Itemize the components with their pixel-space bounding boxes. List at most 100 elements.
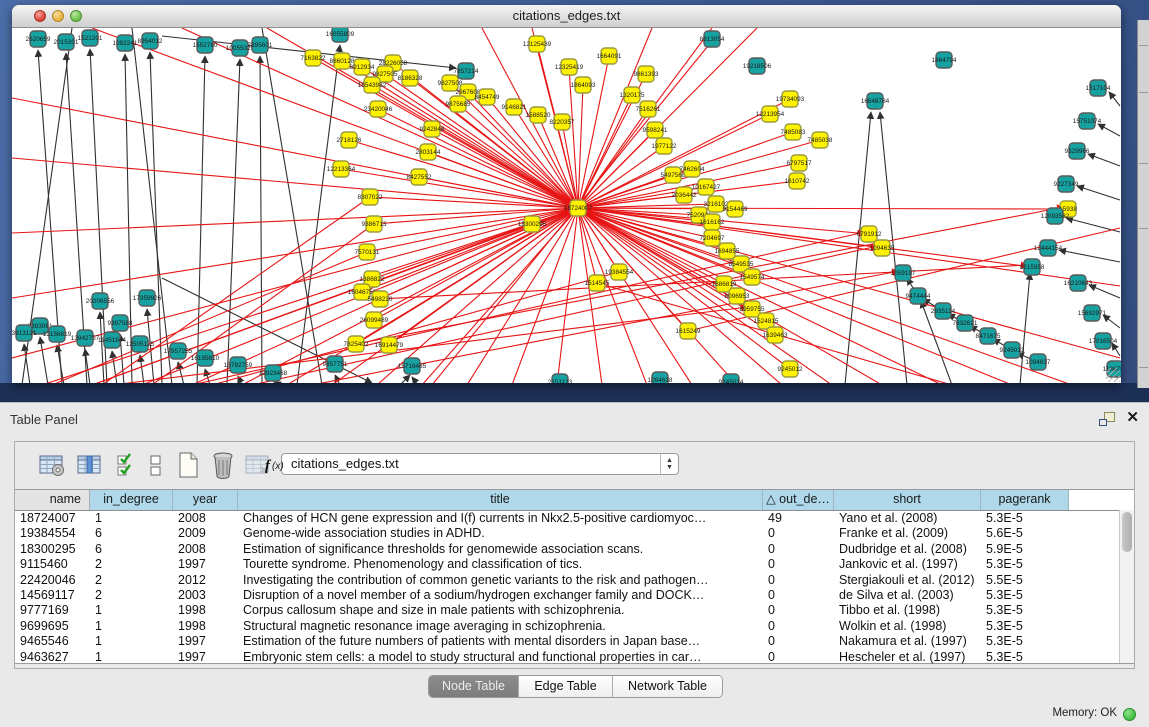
citation-edge-red[interactable] — [42, 208, 578, 383]
citation-edge-black[interactable] — [132, 28, 172, 383]
cell-out_degree: 0 — [763, 650, 834, 665]
cell-in_degree: 1 — [90, 634, 173, 649]
column-header-title[interactable]: title — [238, 490, 763, 510]
table-row[interactable]: 977716911998Corpus callosum shape and si… — [15, 603, 1134, 618]
table-select-dropdown[interactable]: citations_edges.txt ▲▼ — [281, 453, 679, 475]
citation-edge-black[interactable] — [412, 377, 418, 383]
cell-in_degree: 1 — [90, 511, 173, 526]
window-resize-grip[interactable] — [1106, 368, 1120, 382]
citation-edge-red[interactable] — [92, 224, 532, 383]
citation-edge-black[interactable] — [150, 52, 162, 383]
citation-edge-black[interactable] — [1098, 124, 1120, 136]
graph-node-label: 16055809 — [326, 31, 355, 38]
create-column-icon[interactable] — [173, 451, 203, 479]
graph-node-label: 1616162 — [700, 219, 725, 226]
graph-node-label: 1664091 — [597, 53, 622, 60]
graph-node-label: 1320175 — [620, 92, 645, 99]
citation-edge-red[interactable] — [372, 85, 578, 208]
network-view-canvas[interactable]: 1872400771638228860128891293428226058982… — [12, 28, 1121, 383]
graph-node-label: 16782759 — [224, 362, 253, 369]
float-panel-icon[interactable] — [1099, 412, 1115, 426]
graph-node-label: 7570131 — [355, 249, 380, 256]
table-row[interactable]: 1872400712008Changes of HCN gene express… — [15, 511, 1134, 526]
graph-node-label: 5497568 — [661, 172, 686, 179]
minimize-window-button[interactable] — [52, 10, 64, 22]
graph-node-label: 1094637 — [1026, 359, 1051, 366]
network-window[interactable]: citations_edges.txt 18724007716382288601… — [12, 5, 1121, 383]
citation-edge-black[interactable] — [1059, 250, 1120, 262]
citation-edge-black[interactable] — [297, 45, 340, 383]
graph-node-label: 1386822 — [360, 276, 385, 283]
table-panel-title: Table Panel — [10, 412, 78, 427]
table-row[interactable]: 1938455462009Genome-wide association stu… — [15, 526, 1134, 541]
function-builder-icon[interactable]: f(x) — [262, 451, 292, 479]
graph-node-label: 1524815 — [754, 318, 779, 325]
column-header-pagerank[interactable]: pagerank — [981, 490, 1069, 510]
column-header-year[interactable]: year — [173, 490, 238, 510]
graph-node-label: 9242848 — [420, 126, 445, 133]
graph-node-label: 18300295 — [518, 221, 547, 228]
tab-network-table[interactable]: Network Table — [613, 676, 722, 697]
table-row[interactable]: 969969511998Structural magnetic resonanc… — [15, 619, 1134, 634]
citation-edge-red[interactable] — [578, 208, 602, 383]
citation-edge-black[interactable] — [260, 56, 262, 383]
citation-edge-black[interactable] — [1077, 186, 1120, 200]
citation-edge-red[interactable] — [578, 208, 1072, 383]
table-row[interactable]: 1830029562008Estimation of significance … — [15, 542, 1134, 557]
graph-node-label: 1686819 — [712, 281, 737, 288]
citation-edge-black[interactable] — [140, 355, 144, 383]
select-all-icon[interactable] — [112, 451, 142, 479]
citation-edge-black[interactable] — [274, 382, 280, 383]
citation-network-graph[interactable]: 1872400771638228860128891293428226058982… — [12, 28, 1121, 383]
tab-node-table[interactable]: Node Table — [429, 676, 519, 697]
node-table[interactable]: namein_degreeyeartitle△ out_de…shortpage… — [15, 489, 1134, 664]
citation-edge-red[interactable] — [12, 208, 578, 233]
citation-edge-black[interactable] — [400, 375, 410, 383]
column-header-name[interactable]: name — [15, 490, 90, 510]
zoom-window-button[interactable] — [70, 10, 82, 22]
close-window-button[interactable] — [34, 10, 46, 22]
select-columns-icon[interactable] — [75, 451, 105, 479]
graph-node-label: 8096953 — [725, 293, 750, 300]
column-header-in_degree[interactable]: in_degree — [90, 490, 173, 510]
graph-node-label: 19734093 — [776, 96, 805, 103]
citation-edge-red[interactable] — [578, 208, 1120, 358]
graph-node-label: 12213364 — [327, 166, 356, 173]
cell-pagerank: 5.5E-5 — [981, 573, 1069, 588]
graph-node-label: 9245013 — [1000, 347, 1025, 354]
citation-edge-black[interactable] — [1089, 285, 1120, 298]
citation-edge-red[interactable] — [374, 208, 578, 320]
tab-edge-table[interactable]: Edge Table — [519, 676, 613, 697]
column-header-out_degree[interactable]: △ out_de… — [763, 490, 834, 510]
citation-edge-black[interactable] — [40, 337, 48, 383]
citation-edge-red[interactable] — [389, 208, 578, 345]
citation-edge-black[interactable] — [57, 345, 64, 383]
cell-out_degree: 0 — [763, 557, 834, 572]
graph-node-label: 1549574 — [740, 274, 765, 281]
citation-edge-red[interactable] — [578, 95, 632, 208]
citation-edge-red[interactable] — [578, 208, 1032, 267]
citation-edge-black[interactable] — [125, 54, 132, 383]
graph-node-label: 15751074 — [1073, 118, 1102, 125]
delete-column-icon[interactable] — [208, 451, 238, 479]
column-header-short[interactable]: short — [834, 490, 981, 510]
table-row[interactable]: 946362711997Embryonic stem cells: a mode… — [15, 650, 1134, 665]
citation-edge-black[interactable] — [1088, 154, 1120, 166]
table-row[interactable]: 946554611997Estimation of the future num… — [15, 634, 1134, 649]
citation-edge-red[interactable] — [557, 208, 578, 383]
scrollbar-thumb[interactable] — [1122, 512, 1132, 552]
table-mode-icon[interactable] — [37, 451, 67, 479]
network-window-titlebar[interactable]: citations_edges.txt — [12, 5, 1121, 28]
unselect-all-icon[interactable] — [141, 451, 171, 479]
citation-edge-red[interactable] — [578, 130, 655, 208]
graph-node-label: 8471675 — [976, 333, 1001, 340]
close-panel-icon[interactable]: ✕ — [1126, 408, 1139, 426]
table-vertical-scrollbar[interactable] — [1119, 510, 1134, 663]
citation-edge-black[interactable] — [112, 351, 117, 383]
graph-node-label: 9861393 — [634, 71, 659, 78]
table-row[interactable]: 1456911722003Disruption of a novel membe… — [15, 588, 1134, 603]
table-row[interactable]: 911546021997Tourette syndrome. Phenomeno… — [15, 557, 1134, 572]
citation-edge-black[interactable] — [1109, 92, 1120, 106]
cell-pagerank: 5.3E-5 — [981, 557, 1069, 572]
table-row[interactable]: 2242004622012Investigating the contribut… — [15, 573, 1134, 588]
